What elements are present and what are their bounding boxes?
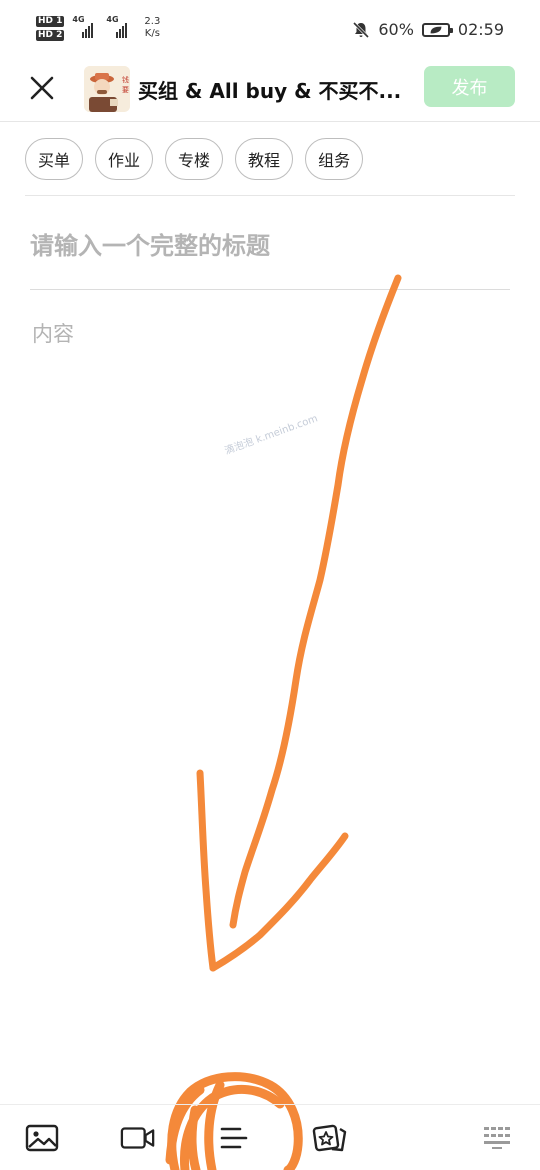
svg-text:要: 要 [122,86,129,94]
tag-list: 买单 作业 专楼 教程 组务 [25,138,364,180]
watermark: 滴泡泡 k.meinb.com [223,413,320,458]
tag-zhuanlou[interactable]: 专楼 [165,138,224,180]
divider [30,289,510,290]
hd-badge-2: HD 2 [36,30,65,41]
close-icon [30,76,54,100]
editor-header: 钱 要 买组 & All buy & 不买不... 发布 [0,62,540,122]
group-avatar[interactable]: 钱 要 [84,66,130,112]
text-format-button[interactable] [216,1121,252,1155]
tag-jiaocheng[interactable]: 教程 [235,138,294,180]
status-left: HD 1 HD 2 4G 4G 2.3 K/s [36,16,160,41]
keyboard-toggle-button[interactable] [480,1121,516,1155]
signal-icon-1: 4G [72,16,98,38]
insert-video-button[interactable] [120,1121,156,1155]
group-avatar-image: 钱 要 [84,66,130,112]
keyboard-icon [484,1127,510,1149]
tag-zuwu[interactable]: 组务 [305,138,364,180]
divider [25,195,515,196]
group-title[interactable]: 买组 & All buy & 不买不... [138,75,413,104]
sticker-button[interactable] [312,1121,348,1155]
content-input[interactable]: 内容 [32,318,74,348]
battery-icon [421,22,453,37]
network-speed: 2.3 K/s [144,16,161,39]
tag-maidan[interactable]: 买单 [25,138,84,180]
insert-image-button[interactable] [24,1121,60,1155]
svg-text:钱: 钱 [122,75,129,84]
bottom-toolbar [0,1104,540,1170]
image-icon [25,1124,59,1152]
sticker-icon [312,1124,347,1152]
format-icon [220,1127,248,1149]
video-icon [120,1127,155,1149]
close-button[interactable] [26,72,58,104]
signal-icon-2: 4G [106,16,132,38]
title-input[interactable]: 请输入一个完整的标题 [30,226,510,261]
battery-percent: 60% [378,20,414,39]
tag-zuoye[interactable]: 作业 [95,138,154,180]
publish-button[interactable]: 发布 [424,66,515,107]
mute-bell-icon [353,21,370,38]
status-bar: HD 1 HD 2 4G 4G 2.3 K/s 60% 02:59 [0,0,540,62]
status-right: 60% 02:59 [352,20,504,39]
clock: 02:59 [457,20,504,39]
hd-badge-1: HD 1 [36,16,65,27]
annotation-arrow [196,274,402,972]
